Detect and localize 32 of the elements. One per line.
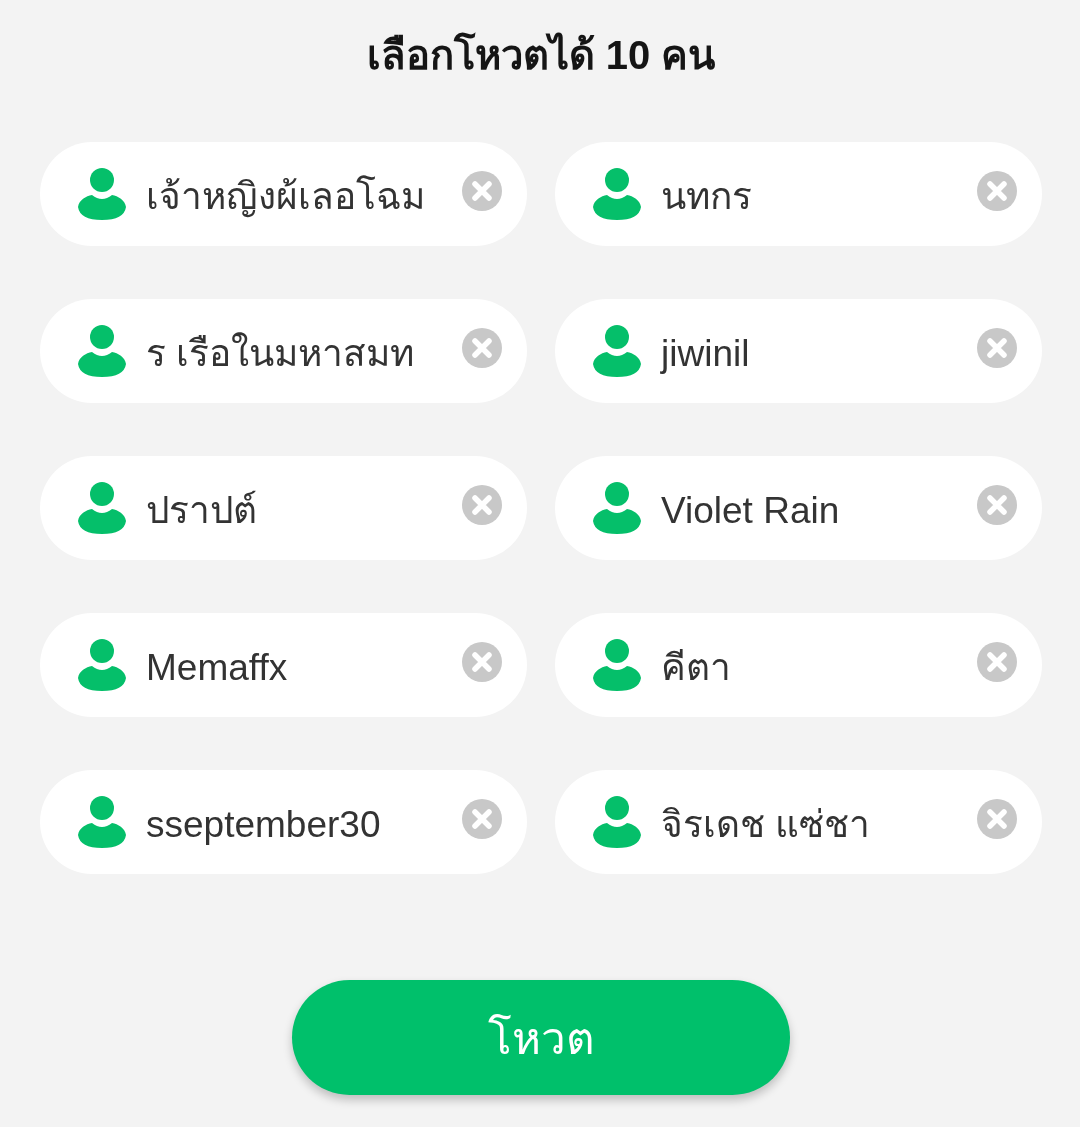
person-icon: [78, 639, 126, 691]
candidate-name: ปราปต์: [146, 489, 258, 533]
candidate-name: Memaffx: [146, 646, 289, 690]
close-icon[interactable]: [977, 485, 1017, 525]
close-icon[interactable]: [977, 799, 1017, 839]
close-icon[interactable]: [462, 642, 502, 682]
candidate-name: นทกร: [661, 175, 753, 219]
person-icon: [593, 325, 641, 377]
close-icon[interactable]: [462, 328, 502, 368]
person-icon: [593, 796, 641, 848]
person-icon: [78, 168, 126, 220]
close-icon[interactable]: [462, 799, 502, 839]
vote-button[interactable]: โหวต: [292, 980, 790, 1095]
title-text: เลือกโหวตได้ 10 คน: [366, 31, 716, 79]
person-icon: [593, 482, 641, 534]
candidate-name: sseptember30: [146, 803, 382, 847]
candidate-name: Violet Rain: [661, 489, 841, 533]
close-icon[interactable]: [462, 485, 502, 525]
candidate-name: คีตา: [661, 646, 732, 690]
person-icon: [593, 639, 641, 691]
close-icon[interactable]: [462, 171, 502, 211]
candidate-name: jiwinil: [661, 332, 751, 376]
person-icon: [78, 796, 126, 848]
close-icon[interactable]: [977, 642, 1017, 682]
candidate-name: จิรเดช แซ่ชา: [661, 803, 872, 847]
close-icon[interactable]: [977, 328, 1017, 368]
candidate-name: ร เรือในมหาสมท: [146, 331, 416, 376]
person-icon: [593, 168, 641, 220]
close-icon[interactable]: [977, 171, 1017, 211]
candidate-name: เจ้าหญิงผ้เลอโฉม: [146, 174, 426, 220]
person-icon: [78, 325, 126, 377]
person-icon: [78, 482, 126, 534]
